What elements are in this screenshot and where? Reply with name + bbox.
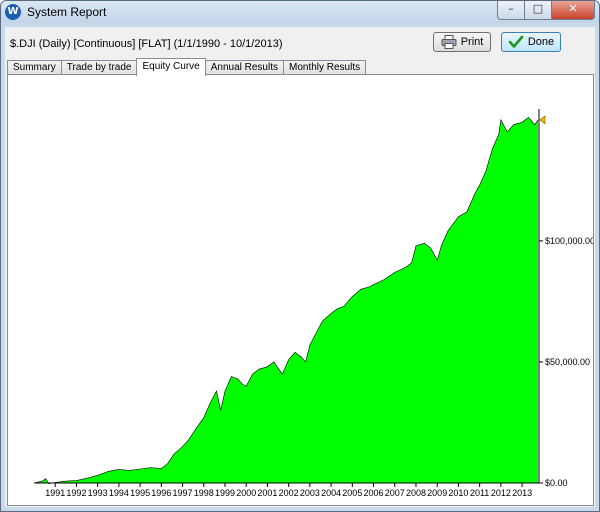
y-tick-label: $0.00: [545, 478, 568, 488]
tab-annual-results[interactable]: Annual Results: [204, 60, 284, 75]
x-tick-label: 2001: [257, 488, 277, 498]
x-tick-label: 1999: [215, 488, 235, 498]
x-tick-label: 1994: [109, 488, 129, 498]
x-tick-label: 2010: [448, 488, 468, 498]
report-subtitle: $.DJI (Daily) [Continuous] [FLAT] (1/1/1…: [10, 38, 283, 50]
x-tick-label: 1993: [88, 488, 108, 498]
x-tick-label: 2002: [279, 488, 299, 498]
x-tick-label: 1996: [151, 488, 171, 498]
report-client-area: $.DJI (Daily) [Continuous] [FLAT] (1/1/1…: [5, 27, 595, 507]
print-label: Print: [460, 36, 484, 48]
last-value-marker-icon: [539, 115, 546, 125]
maximize-button[interactable]: □: [525, 1, 552, 20]
tab-monthly-results[interactable]: Monthly Results: [282, 60, 367, 75]
equity-area: [34, 117, 538, 484]
x-tick-label: 1998: [194, 488, 214, 498]
x-tick-label: 2011: [470, 488, 489, 498]
x-tick-label: 2009: [427, 488, 447, 498]
window-controls: – □ ✕: [497, 1, 595, 20]
window-title: System Report: [27, 5, 107, 19]
done-label: Done: [527, 36, 555, 48]
close-button[interactable]: ✕: [552, 1, 595, 20]
x-tick-label: 2005: [342, 488, 362, 498]
x-tick-label: 2007: [385, 488, 405, 498]
printer-icon: [441, 35, 457, 49]
x-tick-label: 2012: [491, 488, 511, 498]
report-tabs: Summary Trade by trade Equity Curve Annu…: [7, 58, 367, 76]
x-tick-label: 2003: [300, 488, 320, 498]
x-tick-label: 1992: [66, 488, 86, 498]
x-tick-label: 2008: [406, 488, 426, 498]
report-window: W System Report – □ ✕ $.DJI (Daily) [Con…: [0, 0, 600, 512]
tab-summary[interactable]: Summary: [7, 60, 62, 75]
x-tick-label: 1995: [130, 488, 150, 498]
title-bar[interactable]: W System Report – □ ✕: [1, 1, 599, 23]
y-tick-label: $100,000.00: [545, 236, 593, 246]
minimize-button[interactable]: –: [497, 1, 525, 20]
y-tick-label: $50,000.00: [545, 357, 590, 367]
done-button[interactable]: Done: [501, 32, 561, 52]
x-tick-label: 1997: [173, 488, 193, 498]
equity-curve-panel: $0.00 $50,000.00 $100,000.00 1991 1992 1993 19…: [7, 74, 595, 506]
print-button[interactable]: Print: [433, 32, 491, 52]
equity-curve-chart: $0.00$50,000.00$100,000.001991 1992 1993 19…: [33, 109, 595, 498]
x-tick-label: 1991: [45, 488, 65, 498]
x-tick-label: 2013: [512, 488, 532, 498]
checkmark-icon: [508, 35, 524, 48]
x-tick-label: 2006: [364, 488, 384, 498]
tab-equity-curve[interactable]: Equity Curve: [136, 58, 206, 76]
x-tick-label: 2004: [321, 488, 341, 498]
tab-trade-by-trade[interactable]: Trade by trade: [60, 60, 138, 75]
app-logo-icon: W: [5, 4, 21, 20]
x-tick-label: 2000: [236, 488, 256, 498]
